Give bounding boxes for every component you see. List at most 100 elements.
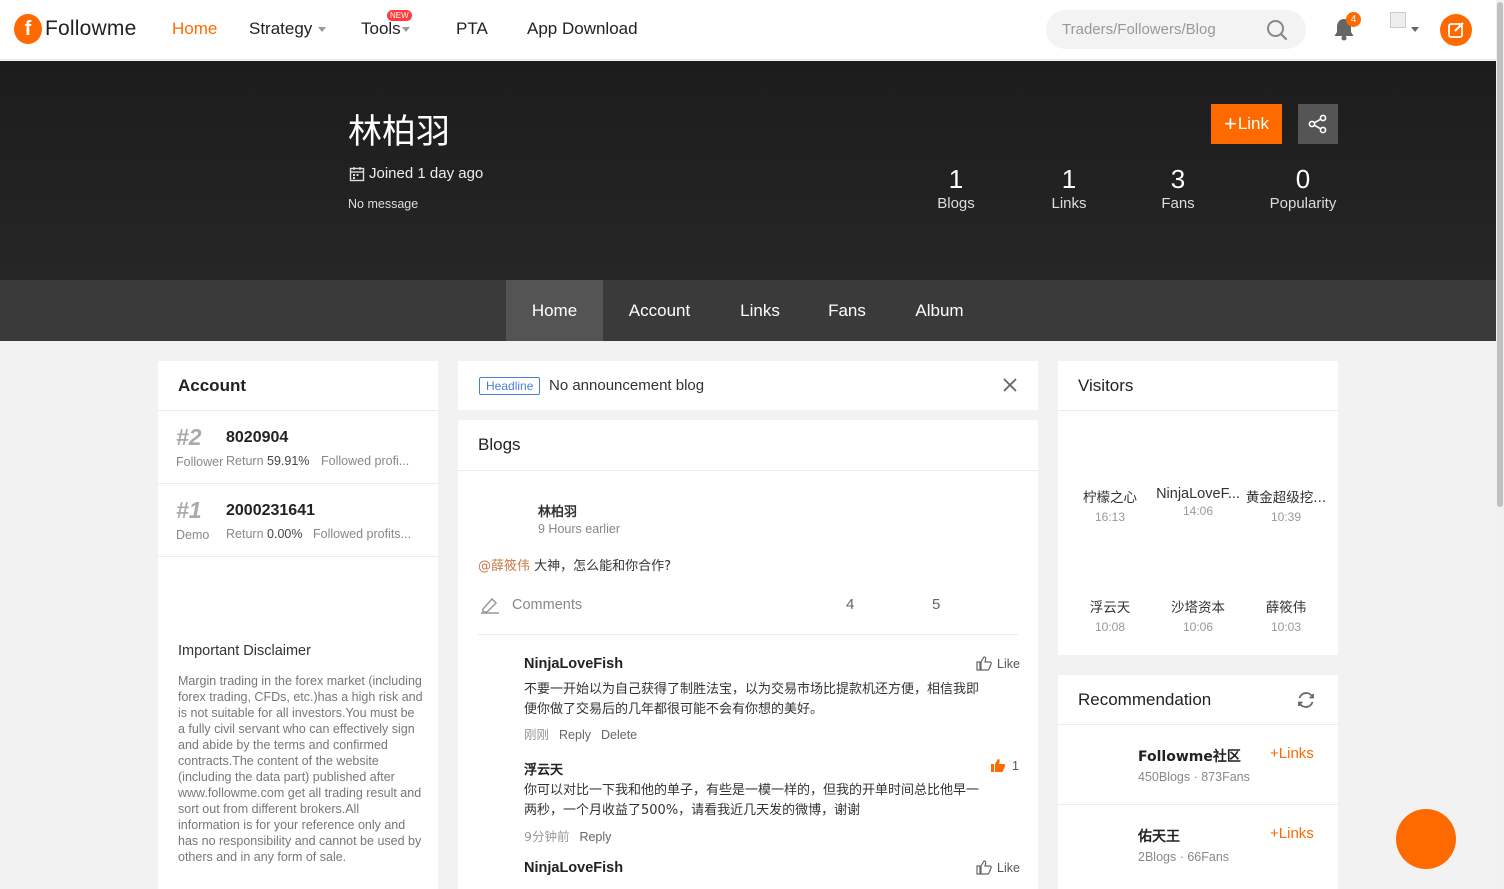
comment-line: 两秒，一个月收益了500%，请看我近几天发的微博，谢谢 — [524, 803, 861, 818]
comment-meta: 9分钟前 Reply — [524, 826, 611, 845]
search-icon[interactable] — [1266, 19, 1288, 41]
tab-account[interactable]: Account — [612, 280, 707, 341]
followme-logo[interactable]: f Followme — [14, 14, 136, 44]
comment-line: 不要一开始以为自己获得了制胜法宝，以为交易市场比提款机还方便，相信我即 — [524, 682, 980, 697]
visitor-item[interactable]: 黄金超级挖... 10:39 — [1242, 486, 1330, 524]
post-text: 大神，怎么能和你合作? — [530, 559, 672, 574]
like-button[interactable]: Like — [976, 656, 1020, 671]
account-rank: #1 — [176, 497, 202, 523]
post-author[interactable]: 林柏羽 — [538, 501, 577, 520]
visitor-name: 浮云天 — [1089, 600, 1131, 616]
visitor-item[interactable]: 柠檬之心 16:13 — [1066, 486, 1154, 524]
mention-link[interactable]: @薛筱伟 — [478, 559, 530, 574]
visitor-name: 薛筱伟 — [1265, 600, 1307, 616]
stat-value: 1 — [948, 164, 964, 194]
comment-time: 刚刚 — [524, 727, 550, 742]
post-time: 9 Hours earlier — [538, 522, 620, 536]
stat-label: Fans — [1161, 195, 1195, 212]
comment-meta: 刚刚 Reply Delete — [524, 724, 637, 743]
announcement-bar — [458, 361, 1038, 410]
share-button[interactable] — [1298, 104, 1338, 144]
comment-author[interactable]: NinjaLoveFish — [524, 656, 623, 672]
stat-blogs[interactable]: 1 Blogs — [926, 163, 986, 212]
stat-popularity[interactable]: 0 Popularity — [1263, 163, 1343, 212]
divider — [1058, 804, 1338, 805]
stat-label: Blogs — [937, 195, 975, 212]
tab-links[interactable]: Links — [720, 280, 800, 341]
visitor-name: 黄金超级挖... — [1245, 490, 1327, 506]
share-icon — [1308, 114, 1327, 134]
nav-home[interactable]: Home — [172, 19, 217, 39]
stat-fans[interactable]: 3 Fans — [1148, 163, 1208, 212]
profile-name: 林柏羽 — [348, 112, 450, 152]
nav-tools[interactable]: Tools NEW — [361, 10, 412, 39]
search-input[interactable] — [1062, 21, 1262, 38]
new-badge: NEW — [387, 10, 412, 21]
account-title: Account — [178, 376, 246, 395]
divider — [158, 556, 438, 557]
account-number[interactable]: 2000231641 — [226, 502, 315, 520]
comments-label[interactable]: Comments — [512, 597, 582, 613]
chevron-down-icon[interactable] — [1411, 27, 1419, 32]
visitor-item[interactable]: NinjaLoveF... 14:06 — [1154, 486, 1242, 518]
nav-tools-label: Tools — [361, 19, 401, 38]
tab-album[interactable]: Album — [897, 280, 982, 341]
refresh-icon[interactable] — [1296, 690, 1316, 710]
scrollbar-thumb[interactable] — [1497, 2, 1503, 507]
follow-label: Links — [1278, 745, 1314, 762]
like-count[interactable]: 5 — [932, 596, 940, 613]
link-button[interactable]: + Link — [1211, 104, 1282, 144]
like-count: 1 — [1012, 758, 1019, 773]
reply-button[interactable]: Reply — [559, 728, 591, 742]
visitor-time: 16:13 — [1094, 510, 1126, 524]
close-icon[interactable] — [1003, 378, 1017, 392]
comment-count[interactable]: 4 — [846, 596, 854, 613]
comment-author[interactable]: 浮云天 — [524, 759, 563, 778]
return-value: 59.91% — [267, 454, 310, 468]
nav-strategy[interactable]: Strategy — [249, 19, 327, 39]
write-post-button[interactable] — [1440, 14, 1472, 46]
floating-action-button[interactable] — [1396, 809, 1456, 869]
account-rank: #2 — [176, 424, 202, 450]
divider — [478, 634, 1018, 635]
like-button[interactable]: Like — [976, 860, 1020, 875]
comment-time: 9分钟前 — [524, 829, 570, 844]
stat-label: Links — [1051, 195, 1087, 212]
comment-text: 不要一开始以为自己获得了制胜法宝，以为交易市场比提款机还方便，相信我即 便你做了交… — [524, 680, 979, 720]
nav-app-download[interactable]: App Download — [527, 19, 638, 39]
like-button[interactable]: 1 — [990, 758, 1019, 773]
thumbs-up-icon — [976, 656, 992, 671]
recommend-meta: 2Blogs · 66Fans — [1138, 850, 1230, 864]
reply-button[interactable]: Reply — [579, 830, 611, 844]
follow-links-button[interactable]: +Links — [1270, 745, 1314, 762]
edit-icon — [1448, 22, 1464, 38]
stat-links[interactable]: 1 Links — [1039, 163, 1099, 212]
blogs-title: Blogs — [478, 435, 521, 454]
nav-pta[interactable]: PTA — [456, 19, 488, 39]
account-number[interactable]: 8020904 — [226, 429, 288, 447]
plus-icon: + — [1223, 111, 1237, 136]
disclaimer-text: Margin trading in the forex market (incl… — [178, 674, 423, 864]
tab-home[interactable]: Home — [506, 280, 603, 341]
tab-fans[interactable]: Fans — [812, 280, 882, 341]
stat-label: Popularity — [1269, 195, 1337, 212]
link-button-label: Link — [1237, 114, 1270, 133]
visitor-item[interactable]: 浮云天 10:08 — [1066, 596, 1154, 634]
like-label: Like — [997, 860, 1020, 875]
visitor-name: 柠檬之心 — [1083, 490, 1137, 506]
return-label: Return — [226, 454, 264, 468]
account-return: Return 0.00% — [226, 527, 302, 541]
user-avatar[interactable] — [1390, 12, 1406, 28]
comment-author[interactable]: NinjaLoveFish — [524, 860, 623, 876]
comment-line: 便你做了交易后的几年都很可能不会有你想的美好。 — [524, 702, 824, 717]
pencil-icon[interactable] — [480, 596, 500, 614]
delete-button[interactable]: Delete — [601, 728, 637, 742]
follow-links-button[interactable]: +Links — [1270, 825, 1314, 842]
recommend-name[interactable]: Followme社区 — [1138, 746, 1241, 766]
recommend-name[interactable]: 佑天王 — [1138, 826, 1180, 846]
joined-info: Joined 1 day ago — [349, 165, 483, 182]
visitor-item[interactable]: 沙塔资本 10:06 — [1154, 596, 1242, 634]
visitor-time: 10:39 — [1270, 510, 1302, 524]
visitor-item[interactable]: 薛筱伟 10:03 — [1242, 596, 1330, 634]
account-return: Return 59.91% — [226, 454, 309, 468]
